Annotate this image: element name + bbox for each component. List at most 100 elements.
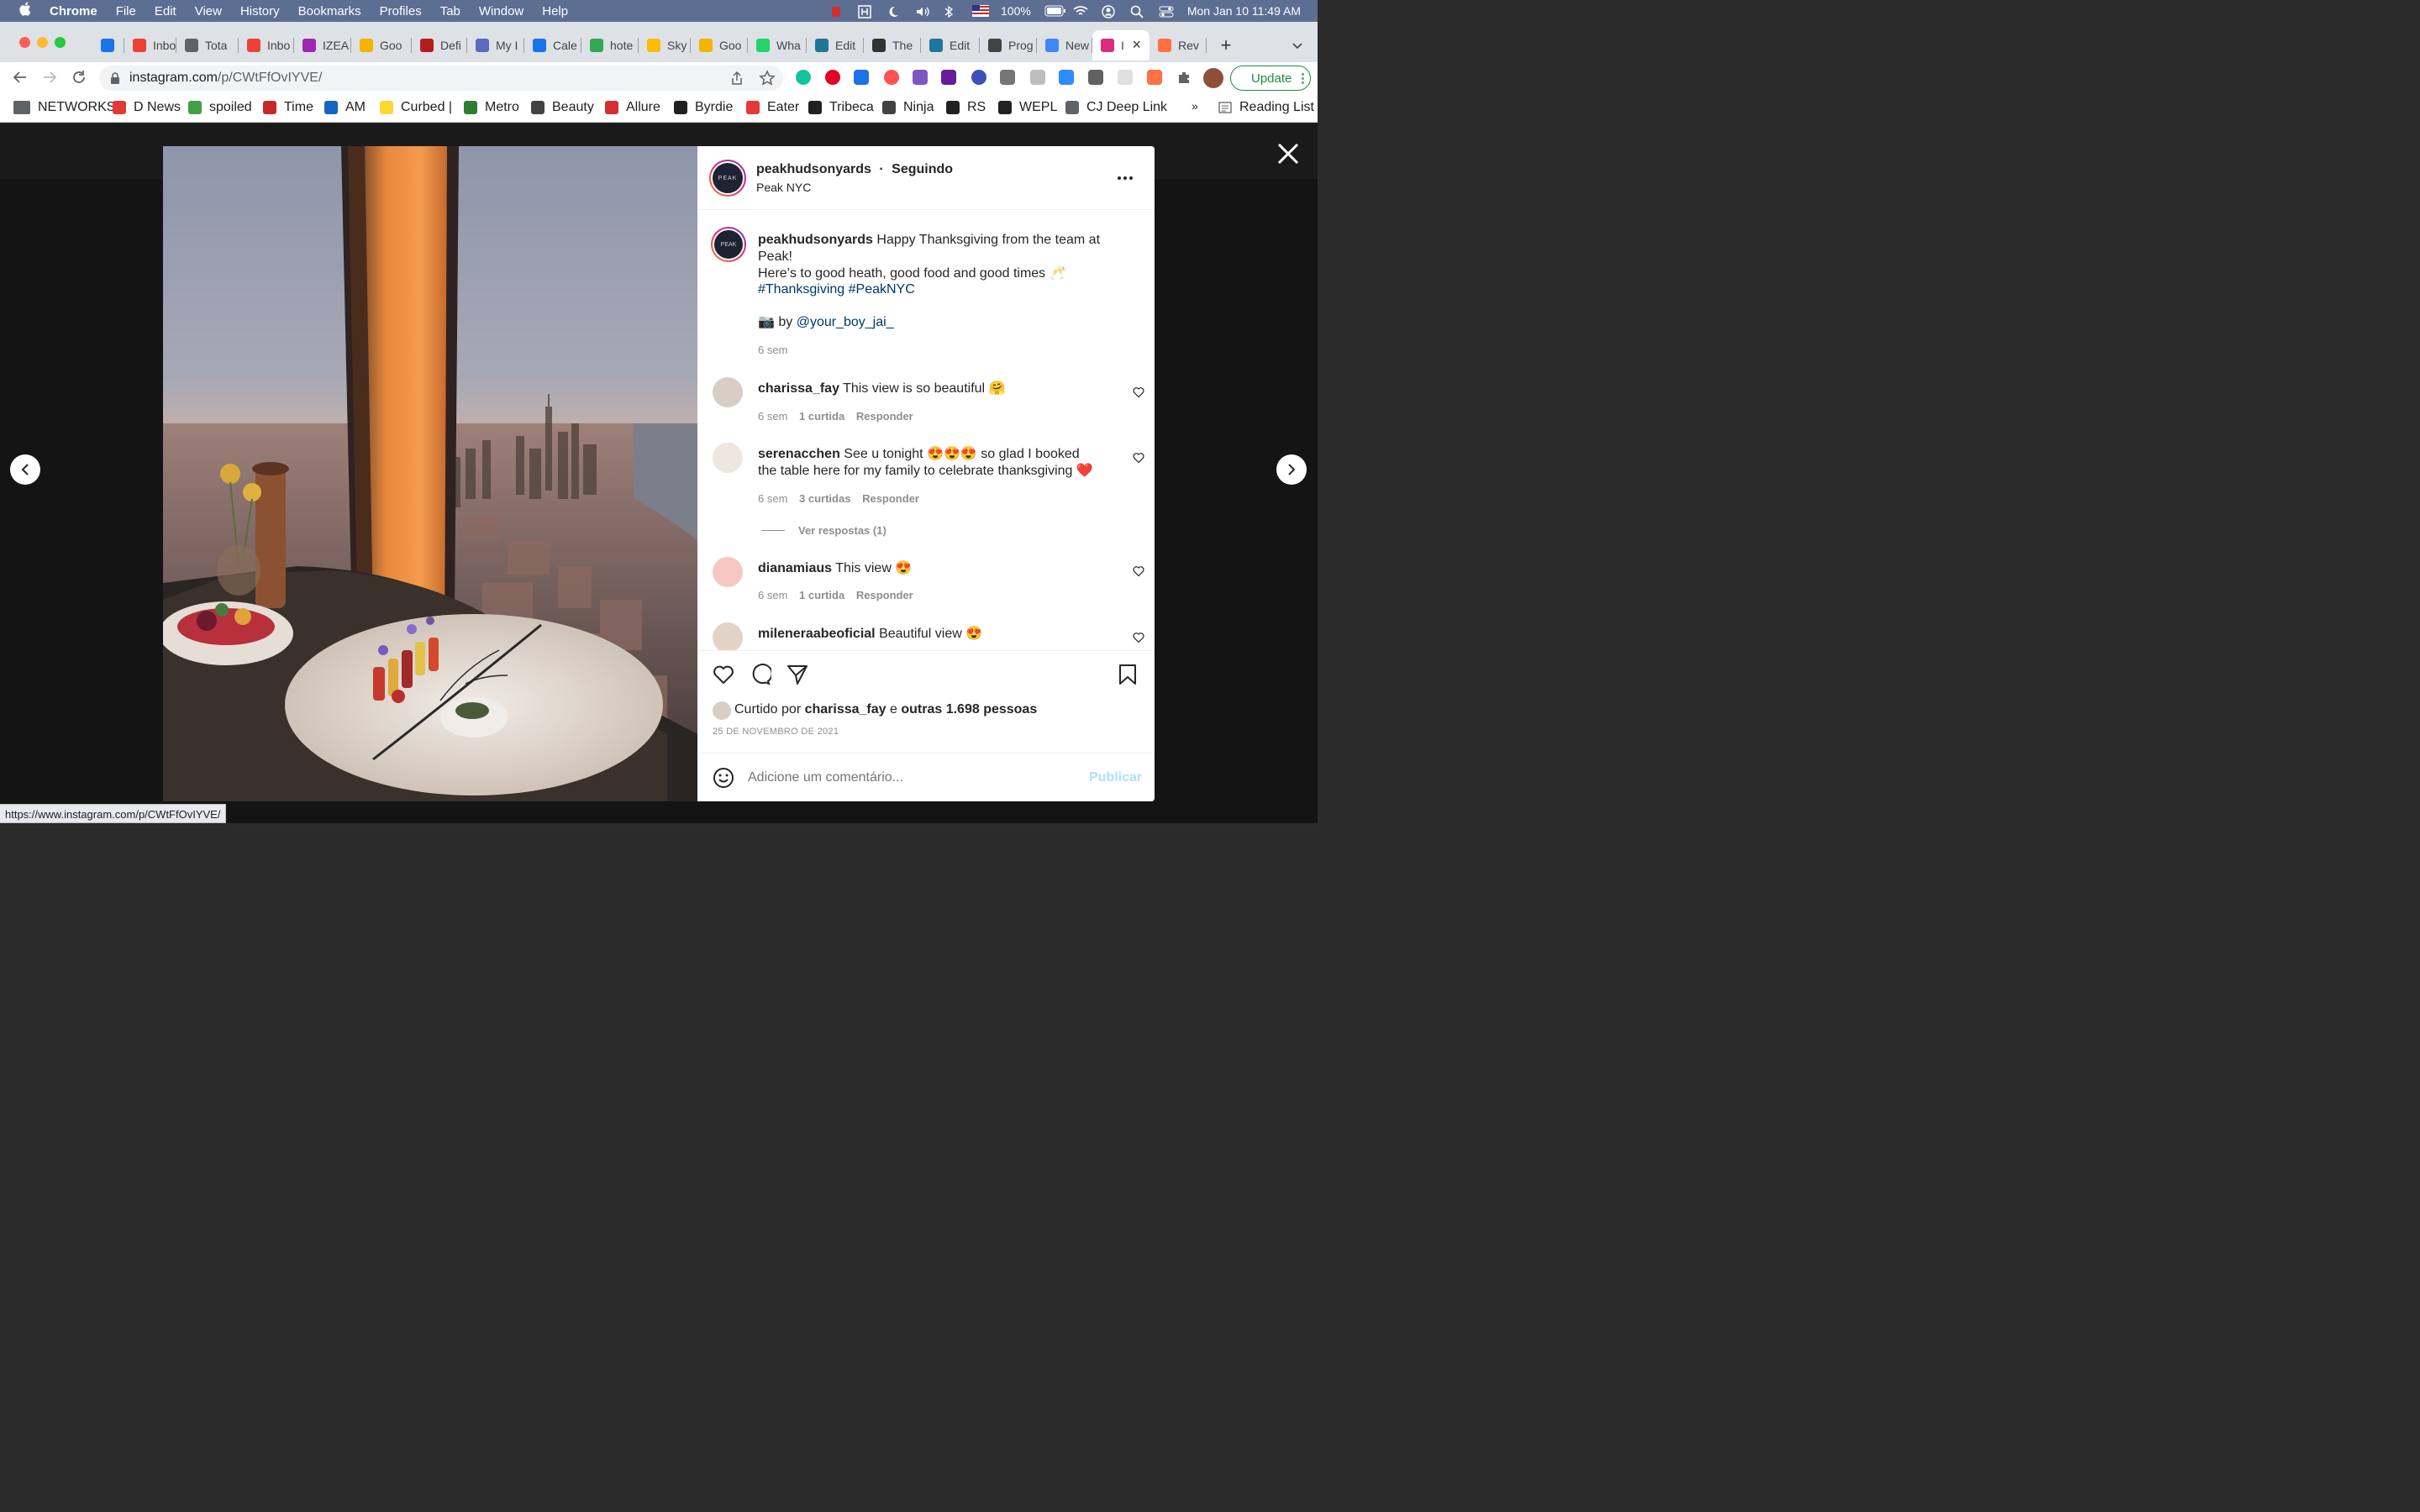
more-vert-icon[interactable]: ⋮ [1297,71,1309,86]
bookmark-item[interactable]: RS [946,100,986,115]
post-location[interactable]: Peak NYC [756,181,811,194]
tab[interactable]: Goo [351,30,412,60]
comment-avatar[interactable] [713,557,743,587]
bluetooth-icon[interactable] [944,5,959,18]
comment-like-heart-icon[interactable] [1133,565,1144,577]
bookmark-item[interactable]: Curbed | [380,100,452,115]
tab[interactable]: My I [467,30,524,60]
liker-avatar[interactable] [713,701,731,720]
menu-app-name[interactable]: Chrome [50,4,97,18]
apple-icon[interactable] [18,2,31,20]
author-avatar[interactable]: PEAK [709,160,746,197]
extension-r-icon[interactable] [913,70,928,85]
liked-others[interactable]: outras 1.698 pessoas [901,702,1037,717]
menu-file[interactable]: File [116,4,136,18]
comment-time[interactable]: 6 sem [758,589,787,601]
caption-time[interactable]: 6 sem [758,344,787,356]
liked-user[interactable]: charissa_fay [805,702,886,717]
bookmark-extension-icon[interactable] [1118,70,1133,85]
caption-hashtags[interactable]: #Thanksgiving #PeakNYC [758,281,1111,298]
tab[interactable]: Tota [176,30,239,60]
comment-username[interactable]: charissa_fay [758,381,839,396]
bookmark-item[interactable]: Eater [746,100,799,115]
like-heart-icon[interactable] [713,664,734,685]
bookmarks-overflow-chevron[interactable]: » [1192,99,1198,113]
share-icon[interactable] [729,71,744,90]
comment-like-heart-icon[interactable] [1133,632,1144,643]
tab[interactable] [92,30,124,60]
save-bookmark-icon[interactable] [1118,664,1138,685]
tab[interactable]: hote [581,30,639,60]
pinterest-extension-icon[interactable] [825,70,840,85]
caption-username[interactable]: peakhudsonyards [758,233,873,247]
share-paper-plane-icon[interactable] [786,664,808,685]
tab[interactable]: Defi [412,30,467,60]
clock[interactable]: Mon Jan 10 11:49 AM [1187,4,1301,18]
comment-input[interactable] [748,766,1067,790]
menu-bookmarks[interactable]: Bookmarks [298,4,361,18]
tab[interactable]: Cale [524,30,581,60]
comment-username[interactable]: dianamiaus [758,561,832,575]
menu-window[interactable]: Window [479,4,523,18]
comment-bubble-icon[interactable] [750,664,771,685]
volume-icon[interactable] [915,5,930,17]
comment-time[interactable]: 6 sem [758,492,787,505]
comment-reply-button[interactable]: Responder [856,410,913,423]
bookmark-item[interactable]: Beauty [531,100,594,115]
menu-profiles[interactable]: Profiles [380,4,422,18]
comment-avatar[interactable] [713,622,743,650]
window-close-button[interactable] [19,37,30,48]
reading-list-button[interactable]: Reading List [1218,100,1314,115]
bookmark-item[interactable]: spoiled [188,100,252,115]
tab[interactable]: Inbo [239,30,294,60]
bookmark-item[interactable]: Tribeca [808,100,874,115]
comment-reply-button[interactable]: Responder [856,589,913,601]
tab[interactable]: Inbo [124,30,176,60]
post-photo[interactable] [163,146,697,801]
extension-blue-icon[interactable] [854,70,869,85]
tab[interactable]: The [864,30,921,60]
lock-icon[interactable] [109,71,121,89]
comment-avatar[interactable] [713,443,743,473]
tab[interactable]: Edit [807,30,864,60]
view-replies-button[interactable]: Ver respostas (1) [798,524,886,537]
tab[interactable]: Goo [691,30,748,60]
menu-help[interactable]: Help [542,4,568,18]
bookmark-item[interactable]: Ninja [882,100,934,115]
grid-status-icon[interactable] [858,5,873,18]
post-date[interactable]: 25 DE NOVEMBRO DE 2021 [713,727,839,737]
extension-orange-icon[interactable] [1147,70,1162,85]
following-button[interactable]: Seguindo [892,162,953,176]
moon-icon[interactable] [886,5,902,17]
zoom-extension-icon[interactable] [1059,70,1074,85]
bookmark-item[interactable]: D News [113,100,181,115]
address-bar[interactable]: instagram.com/p/CWtFfOvIYVE/ [99,66,783,91]
extensions-puzzle-icon[interactable] [1176,70,1192,85]
bookmark-item[interactable]: Metro [464,100,519,115]
comment-reply-button[interactable]: Responder [862,492,919,505]
comment-avatar[interactable] [713,377,743,407]
extension-red-icon[interactable] [884,70,899,85]
wifi-icon[interactable] [1073,5,1088,17]
photo-credit-user[interactable]: @your_boy_jai_ [797,315,894,329]
comment-like-heart-icon[interactable] [1133,386,1144,398]
update-button[interactable]: Update ⋮ [1230,66,1311,91]
bookmark-star-icon[interactable] [759,70,776,91]
menu-edit[interactable]: Edit [155,4,176,18]
close-modal-icon[interactable] [1276,141,1301,166]
forward-arrow-icon[interactable] [41,69,58,86]
extension-gray-icon[interactable] [1000,70,1015,85]
back-arrow-icon[interactable] [12,69,29,86]
bookmark-item[interactable]: Byrdie [674,100,733,115]
next-post-button[interactable] [1276,454,1307,485]
bookmark-item[interactable]: AM [324,100,366,115]
caption-avatar[interactable]: PEAK [711,227,746,262]
red-status-icon[interactable] [829,5,844,17]
bookmark-item[interactable]: NETWORKS [13,100,115,115]
menu-tab[interactable]: Tab [440,4,460,18]
author-username[interactable]: peakhudsonyards [756,162,871,176]
battery-icon[interactable] [1044,5,1065,17]
window-zoom-button[interactable] [55,37,66,48]
tab[interactable]: IZEA [294,30,351,60]
comment-username[interactable]: serenacchen [758,447,840,461]
